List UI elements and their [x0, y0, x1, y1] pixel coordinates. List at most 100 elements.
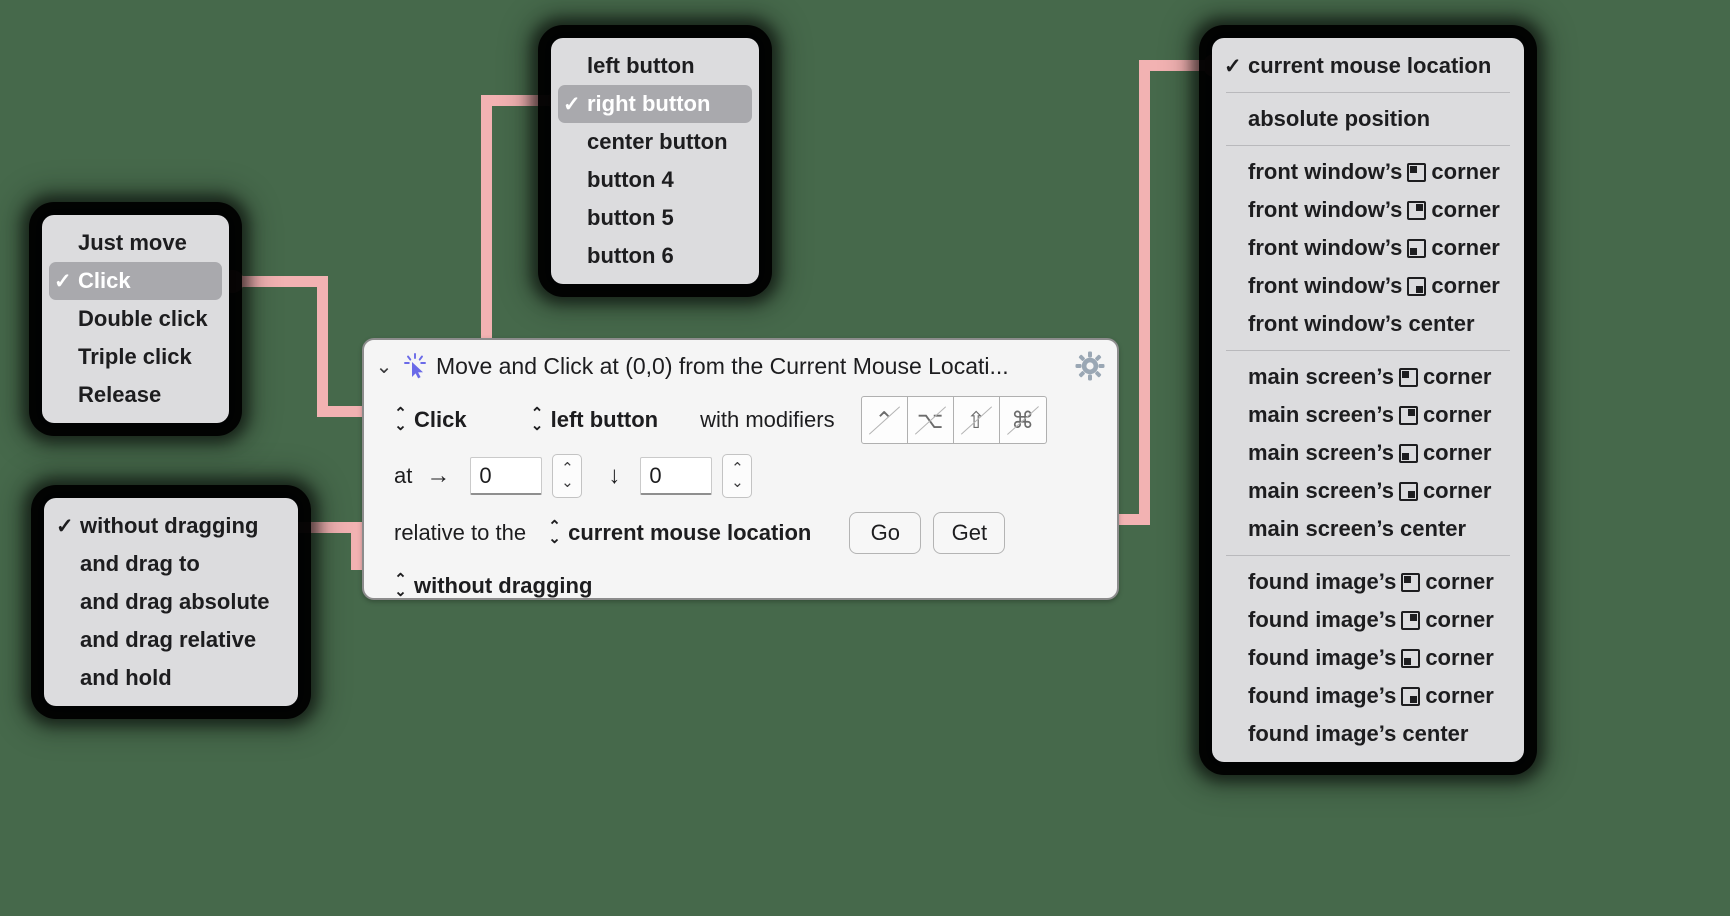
- menu-item[interactable]: found image’s corner: [1212, 639, 1524, 677]
- panel-row-relative: relative to the ⌃ ⌄ current mouse locatio…: [364, 504, 1117, 562]
- menu-item-label-suffix: corner: [1422, 402, 1492, 427]
- mouse-button-menu[interactable]: left button ✓ right button center button but…: [551, 38, 759, 284]
- menu-item-label: center button: [587, 129, 728, 154]
- shift-modifier-key[interactable]: ⇧: [954, 397, 1000, 443]
- menu-item-label: found image’s: [1248, 569, 1397, 594]
- menu-item-label: button 5: [587, 205, 674, 230]
- menu-item[interactable]: front window’s corner: [1212, 229, 1524, 267]
- menu-item[interactable]: ✓ right button: [558, 85, 752, 123]
- disclosure-triangle-icon[interactable]: ⌄: [374, 354, 394, 379]
- control-modifier-key[interactable]: ⌃: [862, 397, 908, 443]
- menu-item[interactable]: found image’s corner: [1212, 563, 1524, 601]
- go-button[interactable]: Go: [849, 512, 922, 554]
- menu-item[interactable]: ✓ current mouse location: [1212, 47, 1524, 85]
- menu-item[interactable]: and hold: [44, 659, 298, 697]
- menu-item[interactable]: found image’s center: [1212, 715, 1524, 753]
- menu-item[interactable]: button 6: [551, 237, 759, 275]
- menu-item[interactable]: Release: [42, 376, 229, 414]
- menu-item[interactable]: button 4: [551, 161, 759, 199]
- popup-arrows-icon: ⌃ ⌄: [394, 405, 407, 434]
- x-stepper[interactable]: ⌃ ⌄: [552, 454, 583, 498]
- menu-item-label: right button: [587, 91, 711, 116]
- click-cursor-icon: [404, 353, 426, 379]
- drag-popup-button[interactable]: ⌃ ⌄ without dragging: [394, 573, 592, 599]
- go-get-buttons: Go Get: [849, 512, 1006, 554]
- menu-item-label: main screen’s: [1248, 364, 1394, 389]
- relative-to-label: relative to the: [394, 520, 527, 545]
- y-direction-arrow-icon: ↓: [608, 462, 621, 489]
- menu-item[interactable]: ✓ without dragging: [44, 507, 298, 545]
- menu-item-label: and drag absolute: [80, 589, 270, 614]
- relative-to-menu[interactable]: ✓ current mouse location absolute position…: [1212, 38, 1524, 762]
- menu-item[interactable]: Triple click: [42, 338, 229, 376]
- mouse-button-popup-button[interactable]: ⌃ ⌄ left button: [531, 407, 658, 433]
- menu-item-label: found image’s: [1248, 607, 1397, 632]
- corner-bl-icon: [1398, 443, 1418, 463]
- menu-item-label: and drag to: [80, 551, 200, 576]
- menu-item-label: front window’s: [1248, 235, 1403, 260]
- menu-item-label: found image’s: [1248, 645, 1397, 670]
- option-icon: ⌥: [916, 406, 944, 433]
- menu-item[interactable]: front window’s center: [1212, 305, 1524, 343]
- menu-item-label: button 6: [587, 243, 674, 268]
- menu-item-label-suffix: corner: [1422, 478, 1492, 503]
- menu-item-label-suffix: corner: [1425, 645, 1494, 670]
- menu-item[interactable]: main screen’s corner: [1212, 472, 1524, 510]
- menu-item-label-suffix: corner: [1425, 607, 1494, 632]
- panel-title-text: Move and Click at (0,0) from the Current…: [436, 352, 1009, 379]
- gear-icon[interactable]: [1075, 351, 1105, 381]
- menu-item[interactable]: main screen’s corner: [1212, 396, 1524, 434]
- menu-item[interactable]: ✓ Click: [49, 262, 222, 300]
- y-stepper[interactable]: ⌃ ⌄: [722, 454, 753, 498]
- menu-item-label: main screen’s: [1248, 440, 1394, 465]
- menu-item[interactable]: main screen’s corner: [1212, 358, 1524, 396]
- menu-item[interactable]: Just move: [42, 224, 229, 262]
- menu-item[interactable]: front window’s corner: [1212, 191, 1524, 229]
- option-modifier-key[interactable]: ⌥: [908, 397, 954, 443]
- menu-item[interactable]: main screen’s corner: [1212, 434, 1524, 472]
- menu-item[interactable]: and drag to: [44, 545, 298, 583]
- menu-item[interactable]: front window’s corner: [1212, 153, 1524, 191]
- menu-item-label: without dragging: [80, 513, 259, 538]
- menu-item[interactable]: front window’s corner: [1212, 267, 1524, 305]
- wire-relative-v: [1139, 60, 1150, 520]
- control-icon: ⌃: [874, 406, 894, 433]
- menu-item[interactable]: center button: [551, 123, 759, 161]
- menu-item-label-suffix: corner: [1425, 569, 1494, 594]
- modifiers-label: with modifiers: [700, 407, 835, 432]
- menu-item-label-suffix: corner: [1431, 159, 1500, 184]
- corner-br-icon: [1401, 686, 1421, 706]
- menu-item-label-suffix: corner: [1425, 683, 1494, 708]
- menu-item-label: main screen’s center: [1248, 516, 1467, 541]
- checkmark-icon: ✓: [56, 514, 74, 538]
- menu-item[interactable]: left button: [551, 47, 759, 85]
- menu-item[interactable]: found image’s corner: [1212, 677, 1524, 715]
- drag-menu[interactable]: ✓ without dragging and drag to and drag abs…: [44, 498, 298, 706]
- menu-item-label: Click: [78, 268, 131, 293]
- menu-item-label: current mouse location: [1248, 53, 1492, 78]
- menu-item-label: front window’s: [1248, 273, 1403, 298]
- menu-item[interactable]: main screen’s center: [1212, 510, 1524, 548]
- menu-item[interactable]: button 5: [551, 199, 759, 237]
- action-popup-button[interactable]: ⌃ ⌄ Click: [394, 405, 466, 434]
- command-modifier-key[interactable]: ⌘: [1000, 397, 1046, 443]
- menu-item-label: front window’s center: [1248, 311, 1475, 336]
- menu-separator: [1226, 555, 1510, 556]
- corner-tr-icon: [1398, 405, 1418, 425]
- menu-item[interactable]: absolute position: [1212, 100, 1524, 138]
- corner-br-icon: [1407, 276, 1427, 296]
- menu-item[interactable]: and drag relative: [44, 621, 298, 659]
- relative-to-popup-button[interactable]: ⌃ ⌄ current mouse location: [548, 520, 811, 546]
- menu-item-label-suffix: corner: [1422, 440, 1492, 465]
- action-menu[interactable]: Just move ✓ Click Double click Triple click R…: [42, 215, 229, 423]
- get-button[interactable]: Get: [933, 512, 1006, 554]
- y-coordinate-input[interactable]: 0: [640, 457, 713, 495]
- panel-row-action: ⌃ ⌄ Click ⌃ ⌄ left button with modifiers ⌃…: [364, 392, 1117, 448]
- x-coordinate-input[interactable]: 0: [470, 457, 543, 495]
- modifier-keys-group[interactable]: ⌃ ⌥ ⇧ ⌘: [860, 396, 1047, 444]
- panel-row-drag: ⌃ ⌄ without dragging: [364, 562, 1117, 610]
- menu-item[interactable]: and drag absolute: [44, 583, 298, 621]
- menu-item-label: found image’s: [1248, 683, 1397, 708]
- menu-item[interactable]: Double click: [42, 300, 229, 338]
- menu-item[interactable]: found image’s corner: [1212, 601, 1524, 639]
